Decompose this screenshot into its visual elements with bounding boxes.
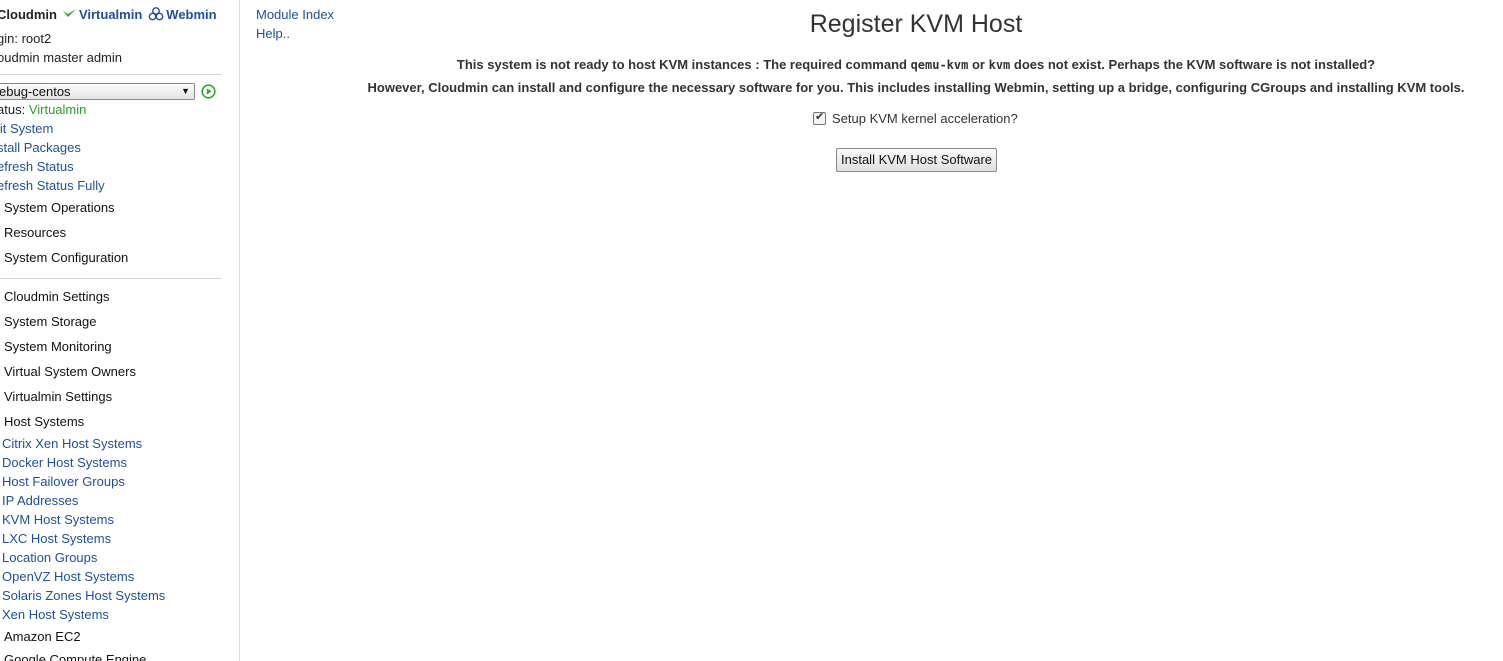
install-packages-link[interactable]: stall Packages [0, 140, 81, 156]
command-qemu-kvm: qemu-kvm [910, 58, 969, 72]
product-switcher: Cloudmin Virtualmin Webmin [0, 7, 217, 23]
category-cloudmin-settings[interactable]: Cloudmin Settings [4, 289, 110, 305]
left-frame-sidebar: Cloudmin Virtualmin Webmin gin: root2 oudm… [0, 0, 240, 661]
not-ready-message-text: This system is not ready to host KVM ins… [456, 57, 911, 72]
managed-system-select-value: ebug-centos [0, 84, 71, 99]
sidebar-divider [0, 278, 221, 279]
sidebar-item-openvz-host-systems[interactable]: OpenVZ Host Systems [2, 569, 134, 585]
play-circle-icon [201, 84, 216, 99]
page-title: Register KVM Host [809, 10, 1023, 38]
not-ready-message-text: or [968, 57, 989, 72]
main-content: Module Index Help.. Register KVM Host Th… [240, 0, 1503, 661]
not-ready-message-text: does not exist. Perhaps the KVM software… [1010, 57, 1376, 72]
edit-system-link[interactable]: lit System [0, 121, 53, 137]
login-info: gin: root2 [0, 31, 52, 46]
category-amazon-ec2[interactable]: Amazon EC2 [4, 629, 81, 645]
status-value[interactable]: Virtualmin [29, 102, 87, 117]
check-swoosh-icon [62, 8, 77, 23]
sidebar-item-ip-addresses[interactable]: IP Addresses [2, 493, 78, 509]
dropdown-arrow-icon: ▼ [181, 86, 190, 96]
category-virtualmin-settings[interactable]: Virtualmin Settings [4, 389, 112, 405]
category-system-storage[interactable]: System Storage [4, 314, 97, 330]
system-status: atus: Virtualmin [0, 102, 86, 118]
virtualmin-link[interactable]: Virtualmin [79, 7, 142, 23]
checkmark-icon: ✔ [815, 111, 825, 123]
kvm-acceleration-label[interactable]: Setup KVM kernel acceleration? [832, 111, 1018, 126]
cloudmin-link[interactable]: Cloudmin [0, 7, 57, 23]
not-ready-message: This system is not ready to host KVM ins… [240, 57, 1503, 73]
category-system-monitoring[interactable]: System Monitoring [4, 339, 112, 355]
refresh-status-link[interactable]: efresh Status [0, 159, 74, 175]
sidebar-item-solaris-zones-host-systems[interactable]: Solaris Zones Host Systems [2, 588, 165, 604]
sidebar-item-host-failover-groups[interactable]: Host Failover Groups [2, 474, 125, 490]
install-offer-message: However, Cloudmin can install and config… [367, 80, 1465, 95]
category-system-configuration[interactable]: System Configuration [4, 250, 128, 266]
category-virtual-system-owners[interactable]: Virtual System Owners [4, 364, 136, 380]
role-info: oudmin master admin [0, 50, 122, 65]
go-button[interactable] [201, 84, 216, 99]
sidebar-item-citrix-xen-host-systems[interactable]: Citrix Xen Host Systems [2, 436, 142, 452]
status-label: atus: [0, 102, 26, 117]
sidebar-divider [0, 74, 221, 75]
sidebar-item-xen-host-systems[interactable]: Xen Host Systems [2, 607, 109, 623]
install-kvm-host-software-button[interactable]: Install KVM Host Software [836, 148, 997, 172]
webmin-link[interactable]: Webmin [166, 7, 216, 23]
category-resources[interactable]: Resources [4, 225, 66, 241]
sidebar-item-lxc-host-systems[interactable]: LXC Host Systems [2, 531, 111, 547]
category-host-systems[interactable]: Host Systems [4, 414, 84, 430]
command-kvm: kvm [988, 58, 1011, 72]
kvm-acceleration-option: ✔ Setup KVM kernel acceleration? [813, 111, 1018, 127]
managed-system-select[interactable]: ebug-centos ▼ [0, 83, 195, 100]
sidebar-item-kvm-host-systems[interactable]: KVM Host Systems [2, 512, 114, 528]
sidebar-item-docker-host-systems[interactable]: Docker Host Systems [2, 455, 127, 471]
sidebar-item-location-groups[interactable]: Location Groups [2, 550, 97, 566]
refresh-status-fully-link[interactable]: efresh Status Fully [0, 178, 105, 194]
webmin-logo-icon [148, 6, 164, 25]
kvm-acceleration-checkbox[interactable]: ✔ [813, 111, 826, 125]
category-google-compute-engine[interactable]: Google Compute Engine [4, 652, 146, 661]
category-system-operations[interactable]: System Operations [4, 200, 115, 216]
